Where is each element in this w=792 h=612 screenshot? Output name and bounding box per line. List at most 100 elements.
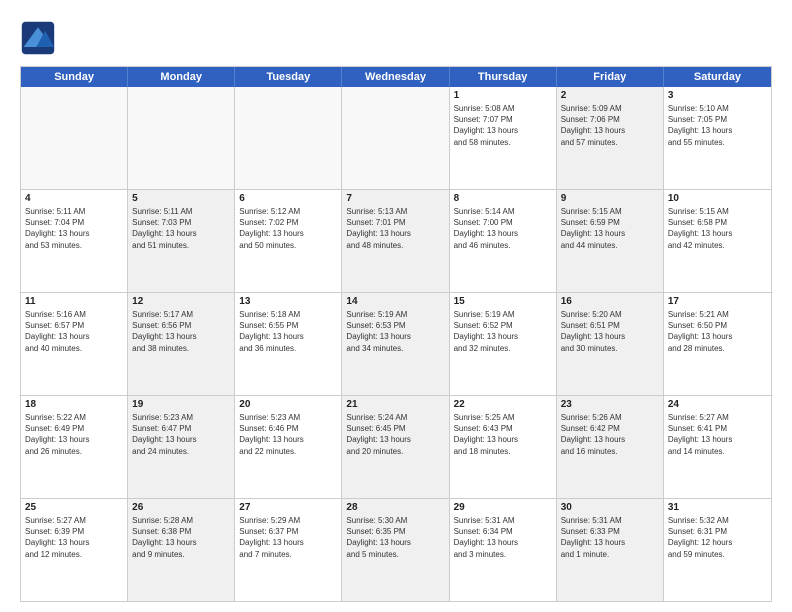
cell-content: Sunrise: 5:26 AM Sunset: 6:42 PM Dayligh… xyxy=(561,412,659,457)
day-number: 17 xyxy=(668,296,767,307)
day-number: 31 xyxy=(668,502,767,513)
calendar-cell-6: 6 Sunrise: 5:12 AM Sunset: 7:02 PM Daylig… xyxy=(235,190,342,292)
day-number: 11 xyxy=(25,296,123,307)
cell-content: Sunrise: 5:31 AM Sunset: 6:34 PM Dayligh… xyxy=(454,515,552,560)
calendar-cell-27: 27 Sunrise: 5:29 AM Sunset: 6:37 PM Dayli… xyxy=(235,499,342,601)
cell-content: Sunrise: 5:10 AM Sunset: 7:05 PM Dayligh… xyxy=(668,103,767,148)
day-number: 7 xyxy=(346,193,444,204)
cell-content: Sunrise: 5:29 AM Sunset: 6:37 PM Dayligh… xyxy=(239,515,337,560)
calendar-cell-14: 14 Sunrise: 5:19 AM Sunset: 6:53 PM Dayli… xyxy=(342,293,449,395)
cell-content: Sunrise: 5:15 AM Sunset: 6:59 PM Dayligh… xyxy=(561,206,659,251)
day-number: 10 xyxy=(668,193,767,204)
calendar-row-1: 4 Sunrise: 5:11 AM Sunset: 7:04 PM Daylig… xyxy=(21,190,771,293)
header-day-thursday: Thursday xyxy=(450,67,557,87)
day-number: 21 xyxy=(346,399,444,410)
header-day-wednesday: Wednesday xyxy=(342,67,449,87)
calendar-cell-30: 30 Sunrise: 5:31 AM Sunset: 6:33 PM Dayli… xyxy=(557,499,664,601)
calendar-cell-4: 4 Sunrise: 5:11 AM Sunset: 7:04 PM Daylig… xyxy=(21,190,128,292)
calendar-cell-7: 7 Sunrise: 5:13 AM Sunset: 7:01 PM Daylig… xyxy=(342,190,449,292)
cell-content: Sunrise: 5:31 AM Sunset: 6:33 PM Dayligh… xyxy=(561,515,659,560)
day-number: 30 xyxy=(561,502,659,513)
day-number: 19 xyxy=(132,399,230,410)
calendar-row-4: 25 Sunrise: 5:27 AM Sunset: 6:39 PM Dayli… xyxy=(21,499,771,601)
calendar-cell-22: 22Sunrise: 5:25 AM Sunset: 6:43 PM Dayli… xyxy=(450,396,557,498)
calendar-cell-23: 23 Sunrise: 5:26 AM Sunset: 6:42 PM Dayli… xyxy=(557,396,664,498)
logo-icon xyxy=(20,20,56,56)
cell-content: Sunrise: 5:28 AM Sunset: 6:38 PM Dayligh… xyxy=(132,515,230,560)
cell-content: Sunrise: 5:19 AM Sunset: 6:53 PM Dayligh… xyxy=(346,309,444,354)
calendar-cell-2: 2 Sunrise: 5:09 AM Sunset: 7:06 PM Daylig… xyxy=(557,87,664,189)
cell-content: Sunrise: 5:16 AM Sunset: 6:57 PM Dayligh… xyxy=(25,309,123,354)
day-number: 14 xyxy=(346,296,444,307)
calendar-cell-8: 8 Sunrise: 5:14 AM Sunset: 7:00 PM Daylig… xyxy=(450,190,557,292)
day-number: 4 xyxy=(25,193,123,204)
calendar-cell-15: 15 Sunrise: 5:19 AM Sunset: 6:52 PM Dayli… xyxy=(450,293,557,395)
cell-content: Sunrise: 5:13 AM Sunset: 7:01 PM Dayligh… xyxy=(346,206,444,251)
cell-content: Sunrise: 5:11 AM Sunset: 7:03 PM Dayligh… xyxy=(132,206,230,251)
calendar-cell-11: 11 Sunrise: 5:16 AM Sunset: 6:57 PM Dayli… xyxy=(21,293,128,395)
calendar-cell-1: 1Sunrise: 5:08 AM Sunset: 7:07 PM Daylig… xyxy=(450,87,557,189)
day-number: 3 xyxy=(668,90,767,101)
day-number: 26 xyxy=(132,502,230,513)
calendar-cell-25: 25 Sunrise: 5:27 AM Sunset: 6:39 PM Dayli… xyxy=(21,499,128,601)
day-number: 2 xyxy=(561,90,659,101)
cell-content: Sunrise: 5:24 AM Sunset: 6:45 PM Dayligh… xyxy=(346,412,444,457)
day-number: 20 xyxy=(239,399,337,410)
cell-content: Sunrise: 5:09 AM Sunset: 7:06 PM Dayligh… xyxy=(561,103,659,148)
cell-content: Sunrise: 5:18 AM Sunset: 6:55 PM Dayligh… xyxy=(239,309,337,354)
calendar-cell-empty xyxy=(128,87,235,189)
calendar-cell-26: 26 Sunrise: 5:28 AM Sunset: 6:38 PM Dayli… xyxy=(128,499,235,601)
calendar: SundayMondayTuesdayWednesdayThursdayFrid… xyxy=(20,66,772,602)
calendar-cell-21: 21 Sunrise: 5:24 AM Sunset: 6:45 PM Dayli… xyxy=(342,396,449,498)
cell-content: Sunrise: 5:17 AM Sunset: 6:56 PM Dayligh… xyxy=(132,309,230,354)
calendar-cell-17: 17 Sunrise: 5:21 AM Sunset: 6:50 PM Dayli… xyxy=(664,293,771,395)
day-number: 27 xyxy=(239,502,337,513)
calendar-cell-29: 29 Sunrise: 5:31 AM Sunset: 6:34 PM Dayli… xyxy=(450,499,557,601)
cell-content: Sunrise: 5:11 AM Sunset: 7:04 PM Dayligh… xyxy=(25,206,123,251)
cell-content: Sunrise: 5:21 AM Sunset: 6:50 PM Dayligh… xyxy=(668,309,767,354)
day-number: 23 xyxy=(561,399,659,410)
day-number: 13 xyxy=(239,296,337,307)
day-number: 18 xyxy=(25,399,123,410)
calendar-cell-5: 5 Sunrise: 5:11 AM Sunset: 7:03 PM Daylig… xyxy=(128,190,235,292)
cell-content: Sunrise: 5:12 AM Sunset: 7:02 PM Dayligh… xyxy=(239,206,337,251)
day-number: 29 xyxy=(454,502,552,513)
calendar-cell-18: 18 Sunrise: 5:22 AM Sunset: 6:49 PM Dayli… xyxy=(21,396,128,498)
calendar-cell-3: 3 Sunrise: 5:10 AM Sunset: 7:05 PM Daylig… xyxy=(664,87,771,189)
cell-content: Sunrise: 5:27 AM Sunset: 6:41 PM Dayligh… xyxy=(668,412,767,457)
cell-content: Sunrise: 5:30 AM Sunset: 6:35 PM Dayligh… xyxy=(346,515,444,560)
calendar-cell-9: 9Sunrise: 5:15 AM Sunset: 6:59 PM Daylig… xyxy=(557,190,664,292)
page: SundayMondayTuesdayWednesdayThursdayFrid… xyxy=(0,0,792,612)
logo xyxy=(20,20,60,56)
calendar-cell-12: 12 Sunrise: 5:17 AM Sunset: 6:56 PM Dayli… xyxy=(128,293,235,395)
calendar-body: 1Sunrise: 5:08 AM Sunset: 7:07 PM Daylig… xyxy=(21,87,771,601)
calendar-row-2: 11 Sunrise: 5:16 AM Sunset: 6:57 PM Dayli… xyxy=(21,293,771,396)
calendar-cell-24: 24Sunrise: 5:27 AM Sunset: 6:41 PM Dayli… xyxy=(664,396,771,498)
header-day-monday: Monday xyxy=(128,67,235,87)
calendar-row-3: 18 Sunrise: 5:22 AM Sunset: 6:49 PM Dayli… xyxy=(21,396,771,499)
day-number: 16 xyxy=(561,296,659,307)
day-number: 15 xyxy=(454,296,552,307)
cell-content: Sunrise: 5:32 AM Sunset: 6:31 PM Dayligh… xyxy=(668,515,767,560)
calendar-cell-10: 10 Sunrise: 5:15 AM Sunset: 6:58 PM Dayli… xyxy=(664,190,771,292)
day-number: 12 xyxy=(132,296,230,307)
calendar-row-0: 1Sunrise: 5:08 AM Sunset: 7:07 PM Daylig… xyxy=(21,87,771,190)
header-day-tuesday: Tuesday xyxy=(235,67,342,87)
cell-content: Sunrise: 5:19 AM Sunset: 6:52 PM Dayligh… xyxy=(454,309,552,354)
calendar-cell-empty xyxy=(235,87,342,189)
cell-content: Sunrise: 5:14 AM Sunset: 7:00 PM Dayligh… xyxy=(454,206,552,251)
calendar-cell-empty xyxy=(21,87,128,189)
cell-content: Sunrise: 5:08 AM Sunset: 7:07 PM Dayligh… xyxy=(454,103,552,148)
calendar-cell-16: 16Sunrise: 5:20 AM Sunset: 6:51 PM Dayli… xyxy=(557,293,664,395)
day-number: 25 xyxy=(25,502,123,513)
calendar-cell-empty xyxy=(342,87,449,189)
calendar-header: SundayMondayTuesdayWednesdayThursdayFrid… xyxy=(21,67,771,87)
cell-content: Sunrise: 5:15 AM Sunset: 6:58 PM Dayligh… xyxy=(668,206,767,251)
cell-content: Sunrise: 5:22 AM Sunset: 6:49 PM Dayligh… xyxy=(25,412,123,457)
calendar-cell-31: 31 Sunrise: 5:32 AM Sunset: 6:31 PM Dayli… xyxy=(664,499,771,601)
day-number: 5 xyxy=(132,193,230,204)
calendar-cell-19: 19Sunrise: 5:23 AM Sunset: 6:47 PM Dayli… xyxy=(128,396,235,498)
day-number: 8 xyxy=(454,193,552,204)
day-number: 6 xyxy=(239,193,337,204)
cell-content: Sunrise: 5:27 AM Sunset: 6:39 PM Dayligh… xyxy=(25,515,123,560)
